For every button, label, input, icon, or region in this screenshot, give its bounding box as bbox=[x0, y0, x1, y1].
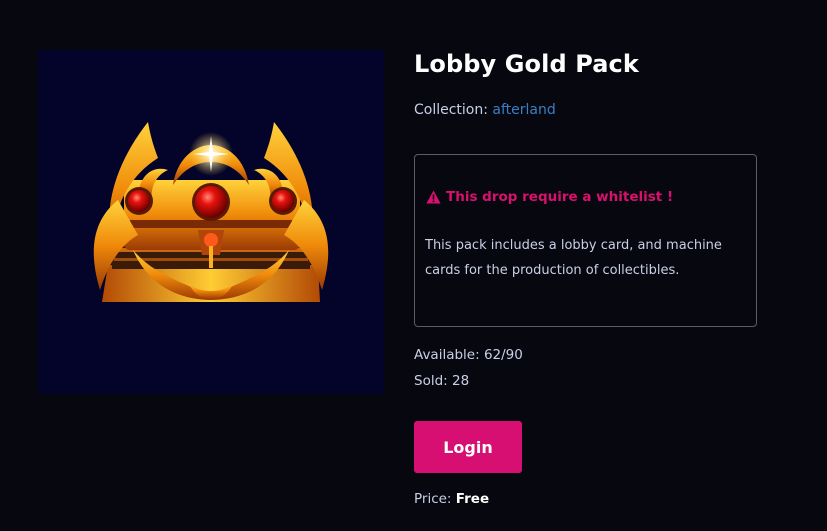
sold-label: Sold: bbox=[414, 373, 448, 389]
price-value: Free bbox=[455, 491, 490, 507]
treasure-chest-illustration bbox=[93, 122, 329, 302]
pack-description: This pack includes a lobby card, and mac… bbox=[425, 238, 722, 278]
collection-link[interactable]: afterland bbox=[492, 102, 555, 118]
available-value: 62/90 bbox=[483, 347, 523, 363]
available-label: Available: bbox=[414, 347, 480, 363]
price-line: Price: Free bbox=[414, 491, 489, 507]
drop-info-box: This drop require a whitelist ! This pac… bbox=[414, 154, 757, 327]
whitelist-warning: This drop require a whitelist ! bbox=[426, 189, 673, 205]
collection-label: Collection: bbox=[414, 102, 488, 118]
login-button[interactable]: Login bbox=[414, 421, 522, 473]
sold-value: 28 bbox=[452, 373, 470, 389]
product-image bbox=[38, 50, 384, 394]
sold-count: Sold: 28 bbox=[414, 373, 469, 389]
warning-triangle-icon bbox=[426, 190, 441, 204]
available-count: Available: 62/90 bbox=[414, 347, 523, 363]
collection-line: Collection: afterland bbox=[414, 102, 556, 118]
warning-text: This drop require a whitelist ! bbox=[446, 189, 674, 205]
product-title: Lobby Gold Pack bbox=[414, 50, 639, 78]
product-page: Lobby Gold Pack Collection: afterland Th… bbox=[0, 0, 827, 531]
price-label: Price: bbox=[414, 491, 452, 507]
